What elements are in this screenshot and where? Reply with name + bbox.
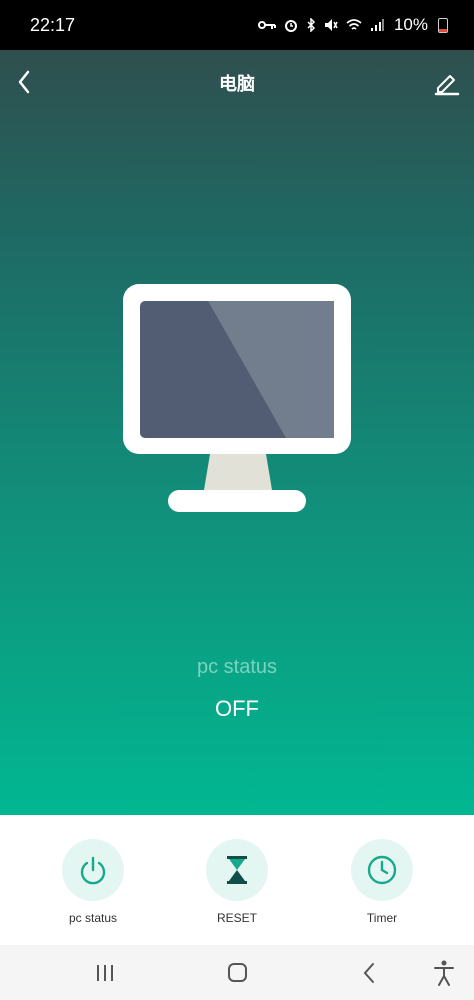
edit-button[interactable]	[434, 70, 460, 96]
nav-back-icon[interactable]	[355, 959, 385, 987]
pc-status-label: pc status	[196, 656, 278, 678]
clock-icon-circle[interactable]	[351, 839, 413, 901]
pc-status-button-label: pc status	[68, 911, 118, 925]
system-nav-bar	[0, 945, 474, 1000]
recent-apps-icon[interactable]	[90, 959, 120, 987]
battery-percent: 10%	[393, 15, 428, 34]
hourglass-icon-circle[interactable]	[206, 839, 268, 901]
timer-button-label: Timer	[366, 911, 398, 925]
status-icons: 10%	[257, 15, 448, 35]
power-icon-circle[interactable]	[62, 839, 124, 901]
clock-time: 22:17	[30, 14, 76, 35]
device-hero: 电脑 pc status OFF	[0, 50, 474, 815]
alarm-icon	[284, 20, 297, 32]
signal-icon	[370, 18, 384, 31]
key-icon	[257, 21, 276, 29]
mute-icon	[324, 19, 338, 31]
wifi-icon	[346, 18, 362, 30]
status-bar: 22:17 10%	[0, 0, 474, 50]
page-title: 电脑	[219, 74, 255, 94]
timer-button[interactable]: Timer	[322, 839, 442, 925]
home-icon[interactable]	[222, 959, 252, 987]
pc-status-button[interactable]: pc status	[33, 839, 153, 925]
battery-icon	[438, 17, 448, 33]
bluetooth-icon	[307, 18, 316, 32]
reset-button-label: RESET	[216, 911, 257, 925]
action-panel: pc status RESET Timer	[0, 815, 474, 945]
hourglass-icon	[227, 856, 247, 884]
monitor-icon	[123, 284, 351, 512]
clock-icon	[367, 855, 397, 885]
app-header: 电脑	[0, 50, 474, 114]
accessibility-icon[interactable]	[429, 959, 459, 987]
reset-button[interactable]: RESET	[177, 839, 297, 925]
pc-status-value: OFF	[215, 696, 259, 721]
power-icon	[80, 856, 106, 885]
